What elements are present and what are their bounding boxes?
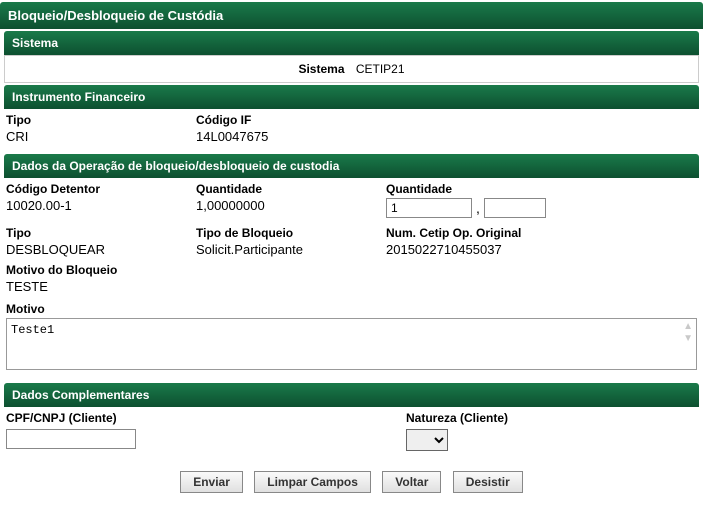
quantidade-int-input[interactable] xyxy=(386,198,472,218)
textarea-scroll-icon: ▲▼ xyxy=(683,322,693,344)
quantity-decimal-separator: , xyxy=(472,200,484,216)
codigo-detentor-label: Código Detentor xyxy=(6,182,176,198)
cpf-input[interactable] xyxy=(6,429,136,449)
section-complementares-body: CPF/CNPJ (Cliente) Natureza (Cliente) xyxy=(0,407,703,459)
motivo-bloqueio-value: TESTE xyxy=(6,279,697,298)
num-cetip-value: 2015022710455037 xyxy=(386,242,646,261)
quantidade-input-label: Quantidade xyxy=(386,182,646,198)
quantidade-label: Quantidade xyxy=(196,182,366,198)
codigoif-value: 14L0047675 xyxy=(196,129,366,148)
tipo-bloqueio-label: Tipo de Bloqueio xyxy=(196,226,366,242)
tipo-op-label: Tipo xyxy=(6,226,176,242)
section-operacao-header: Dados da Operação de bloqueio/desbloquei… xyxy=(4,154,699,178)
voltar-button[interactable]: Voltar xyxy=(382,471,441,493)
section-sistema-body: Sistema CETIP21 xyxy=(4,55,699,83)
sistema-value: CETIP21 xyxy=(356,62,405,76)
motivo-textarea[interactable] xyxy=(6,318,697,370)
tipo-bloqueio-value: Solicit.Participante xyxy=(196,242,366,261)
tipo-label: Tipo xyxy=(6,113,176,129)
motivo-label: Motivo xyxy=(6,302,697,318)
button-row: Enviar Limpar Campos Voltar Desistir xyxy=(0,459,703,499)
page-title: Bloqueio/Desbloqueio de Custódia xyxy=(8,8,223,23)
sistema-label: Sistema xyxy=(298,62,344,76)
tipo-op-value: DESBLOQUEAR xyxy=(6,242,176,261)
cpf-label: CPF/CNPJ (Cliente) xyxy=(6,411,406,427)
section-complementares-header: Dados Complementares xyxy=(4,383,699,407)
num-cetip-label: Num. Cetip Op. Original xyxy=(386,226,646,242)
natureza-label: Natureza (Cliente) xyxy=(406,411,697,427)
desistir-button[interactable]: Desistir xyxy=(453,471,523,493)
enviar-button[interactable]: Enviar xyxy=(180,471,243,493)
limpar-campos-button[interactable]: Limpar Campos xyxy=(254,471,371,493)
quantidade-value: 1,00000000 xyxy=(196,198,366,217)
natureza-select[interactable] xyxy=(406,429,448,451)
section-instrumento-header: Instrumento Financeiro xyxy=(4,85,699,109)
motivo-bloqueio-label: Motivo do Bloqueio xyxy=(6,263,697,279)
section-sistema-header: Sistema xyxy=(4,31,699,55)
quantidade-dec-input[interactable] xyxy=(484,198,546,218)
tipo-value: CRI xyxy=(6,129,176,148)
codigo-detentor-value: 10020.00-1 xyxy=(6,198,176,217)
codigoif-label: Código IF xyxy=(196,113,366,129)
section-instrumento-body: Tipo CRI Código IF 14L0047675 xyxy=(0,109,703,152)
page-title-bar: Bloqueio/Desbloqueio de Custódia xyxy=(0,2,703,29)
section-operacao-body: Código Detentor 10020.00-1 Quantidade 1,… xyxy=(0,178,703,381)
